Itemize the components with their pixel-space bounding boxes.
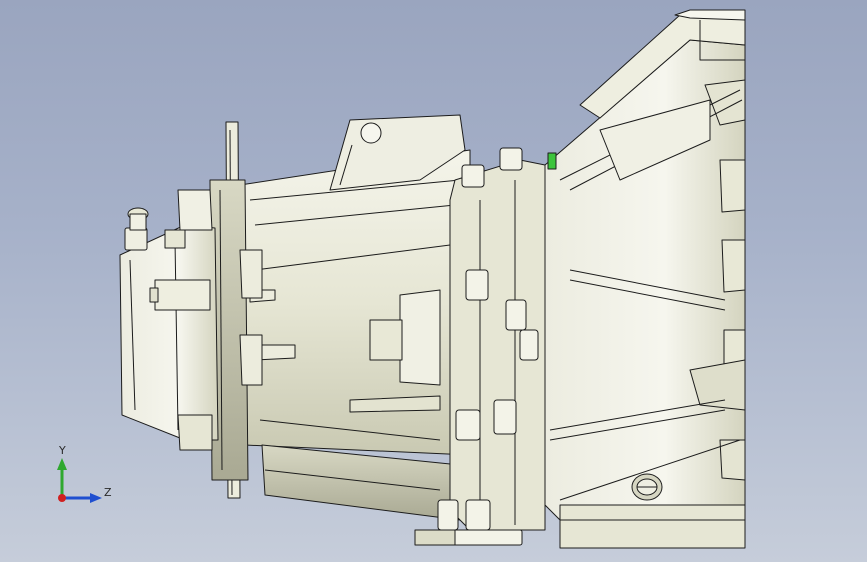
drain-plug	[631, 473, 663, 501]
main-transmission-case	[239, 114, 481, 521]
green-marker	[547, 152, 557, 170]
coordinate-triad: Y Z	[57, 444, 112, 503]
z-axis-arrowhead	[90, 493, 102, 503]
y-axis-arrowhead	[57, 458, 67, 470]
cad-graphics-viewport[interactable]: Y Z	[0, 0, 867, 562]
gearbox-housing-model[interactable]	[0, 0, 867, 562]
input-shaft-housing	[119, 189, 219, 451]
bell-housing	[544, 9, 746, 549]
z-axis-label: Z	[104, 486, 112, 499]
y-axis-label: Y	[58, 444, 66, 457]
triad-origin	[58, 494, 66, 502]
breather-fitting	[124, 207, 149, 251]
